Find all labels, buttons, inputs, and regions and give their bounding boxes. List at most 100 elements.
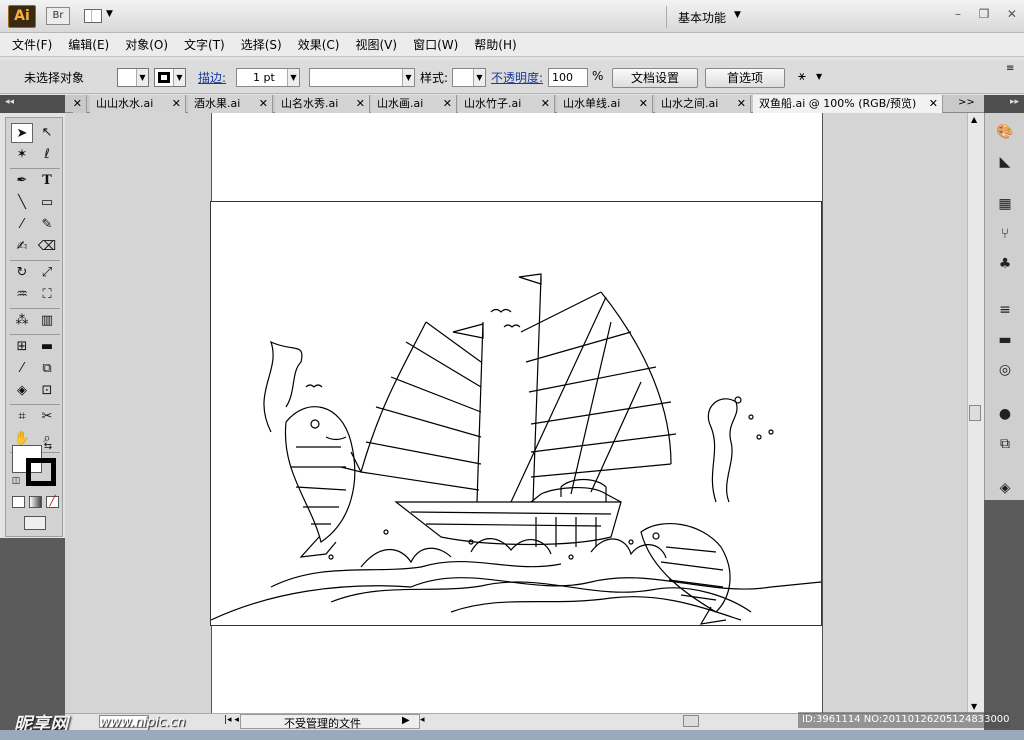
tab-document[interactable]: 山山水水.ai ✕ <box>90 95 186 113</box>
close-icon[interactable]: ✕ <box>929 95 938 112</box>
stroke-panel-icon[interactable]: ≡ <box>995 301 1015 319</box>
brush-icon[interactable]: ⁄ <box>11 215 33 235</box>
pencil-icon[interactable]: ✎ <box>36 215 58 235</box>
toolbox-header[interactable]: ◂◂ <box>0 95 65 113</box>
rotate-icon[interactable]: ↻ <box>11 263 33 283</box>
stroke-swatch[interactable]: ▼ <box>154 68 186 87</box>
bridge-button[interactable]: Br <box>46 7 70 25</box>
appearance-icon[interactable]: ● <box>995 405 1015 423</box>
slice-icon[interactable]: ✂ <box>36 407 58 427</box>
menu-edit[interactable]: 编辑(E) <box>68 36 109 53</box>
scale-icon[interactable]: ⤢ <box>36 263 58 283</box>
opacity-field[interactable]: 100 <box>548 68 588 87</box>
close-icon[interactable]: ✕ <box>73 95 87 113</box>
direct-selection-tool-icon[interactable]: ↖ <box>36 123 58 143</box>
live-paint-icon[interactable]: ◈ <box>11 381 33 401</box>
gradient-panel-icon[interactable]: ▬ <box>995 331 1015 349</box>
menu-view[interactable]: 视图(V) <box>355 36 397 53</box>
brushes-icon[interactable]: ⑂ <box>995 225 1015 243</box>
chevron-down-icon[interactable]: ▼ <box>136 69 148 86</box>
menu-select[interactable]: 选择(S) <box>241 36 282 53</box>
dock-header[interactable]: ▸▸ <box>984 95 1024 113</box>
graph-icon[interactable]: ▥ <box>36 311 58 331</box>
collapse-icon[interactable]: ◂◂ <box>5 97 14 107</box>
eyedropper-icon[interactable]: ⁄ <box>11 359 33 379</box>
tab-document[interactable]: 山水单线.ai ✕ <box>557 95 653 113</box>
chevron-down-icon[interactable]: ▼ <box>816 72 822 81</box>
screen-mode-icon[interactable] <box>24 516 46 530</box>
scroll-down-icon[interactable]: ▼ <box>971 702 977 711</box>
stroke-weight-field[interactable]: 1 pt ▼ <box>236 68 300 87</box>
artboard-icon[interactable]: ⌗ <box>11 407 33 427</box>
chevron-down-icon[interactable]: ▼ <box>402 69 414 86</box>
chevron-down-icon[interactable]: ▼ <box>287 69 299 86</box>
menu-object[interactable]: 对象(O) <box>125 36 168 53</box>
stroke-color-box[interactable] <box>26 458 56 486</box>
default-colors-icon[interactable]: ◫ <box>9 474 23 488</box>
magic-wand-icon[interactable]: ⚹ <box>798 69 806 84</box>
close-icon[interactable]: ✕ <box>639 95 648 112</box>
warp-icon[interactable]: ♒ <box>11 285 33 305</box>
chevron-down-icon[interactable]: ▼ <box>734 10 741 20</box>
close-icon[interactable]: ✕ <box>259 95 268 112</box>
panel-menu-icon[interactable]: ≡ <box>1006 63 1014 74</box>
menu-help[interactable]: 帮助(H) <box>474 36 516 53</box>
restore-icon[interactable]: ❐ <box>979 7 990 25</box>
chevron-down-icon[interactable]: ▼ <box>173 69 185 86</box>
color-mode-icon[interactable] <box>12 496 25 508</box>
opacity-link[interactable]: 不透明度: <box>491 69 543 86</box>
tab-document[interactable]: 山水之间.ai ✕ <box>655 95 751 113</box>
tab-document-active[interactable]: 双鱼船.ai @ 100% (RGB/预览) ✕ <box>753 95 943 113</box>
mesh-icon[interactable]: ⊞ <box>11 337 33 357</box>
tab-document[interactable]: 山水竹子.ai ✕ <box>458 95 555 113</box>
lasso-icon[interactable]: ℓ <box>36 145 58 165</box>
symbol-sprayer-icon[interactable]: ⁂ <box>11 311 33 331</box>
menu-type[interactable]: 文字(T) <box>184 36 225 53</box>
blend-icon[interactable]: ⧉ <box>36 359 58 379</box>
menu-window[interactable]: 窗口(W) <box>413 36 458 53</box>
close-icon[interactable]: ✕ <box>541 95 550 112</box>
graphic-styles-icon[interactable]: ⧉ <box>995 435 1015 453</box>
layers-icon[interactable]: ◈ <box>995 479 1015 497</box>
nav-arrows-icon[interactable]: |◂ ◂ <box>224 715 239 725</box>
scroll-left-icon[interactable]: ◂ <box>420 715 425 725</box>
swap-colors-icon[interactable]: ⇆ <box>41 440 55 454</box>
type-icon[interactable]: T <box>36 171 58 191</box>
more-tabs-icon[interactable]: >> <box>958 97 975 108</box>
chevron-down-icon[interactable]: ▼ <box>473 69 485 86</box>
swatches-icon[interactable]: ▦ <box>995 195 1015 213</box>
scroll-up-icon[interactable]: ▲ <box>971 115 977 124</box>
tab-document[interactable]: 酒水果.ai ✕ <box>188 95 273 113</box>
symbols-icon[interactable]: ♣ <box>995 255 1015 273</box>
close-icon[interactable]: ✕ <box>737 95 746 112</box>
menu-file[interactable]: 文件(F) <box>12 36 52 53</box>
gradient-mode-icon[interactable] <box>29 496 42 508</box>
transparency-icon[interactable]: ◎ <box>995 361 1015 379</box>
horizontal-scroll-thumb[interactable] <box>683 715 699 727</box>
minimize-icon[interactable]: – <box>955 7 961 25</box>
fill-swatch[interactable]: ▼ <box>117 68 149 87</box>
workspace-switcher[interactable]: 基本功能 <box>678 9 726 26</box>
tab-document[interactable]: 山水画.ai ✕ <box>371 95 457 113</box>
selection-tool-icon[interactable]: ➤ <box>11 123 33 143</box>
gradient-icon[interactable]: ▬ <box>36 337 58 357</box>
close-icon[interactable]: ✕ <box>1007 7 1017 25</box>
magic-wand-icon[interactable]: ✶ <box>11 145 33 165</box>
color-palette-icon[interactable]: 🎨 <box>995 123 1015 141</box>
brush-definition-dropdown[interactable]: ▼ <box>309 68 415 87</box>
close-icon[interactable]: ✕ <box>172 95 181 112</box>
chevron-down-icon[interactable]: ▼ <box>106 9 113 19</box>
rectangle-icon[interactable]: ▭ <box>36 193 58 213</box>
chevron-right-icon[interactable]: ▶ <box>402 715 410 726</box>
style-dropdown[interactable]: ▼ <box>452 68 486 87</box>
document-setup-button[interactable]: 文档设置 <box>612 68 698 88</box>
preferences-button[interactable]: 首选项 <box>705 68 785 88</box>
line-icon[interactable]: ╲ <box>11 193 33 213</box>
arrange-documents-icon[interactable] <box>84 9 102 23</box>
blob-brush-icon[interactable]: ✍ <box>11 237 33 257</box>
free-transform-icon[interactable]: ⛶ <box>36 285 58 305</box>
live-paint-select-icon[interactable]: ⊡ <box>36 381 58 401</box>
pen-icon[interactable]: ✒ <box>11 171 33 191</box>
tab-document[interactable]: 山名水秀.ai ✕ <box>275 95 370 113</box>
vertical-scroll-thumb[interactable] <box>969 405 981 421</box>
